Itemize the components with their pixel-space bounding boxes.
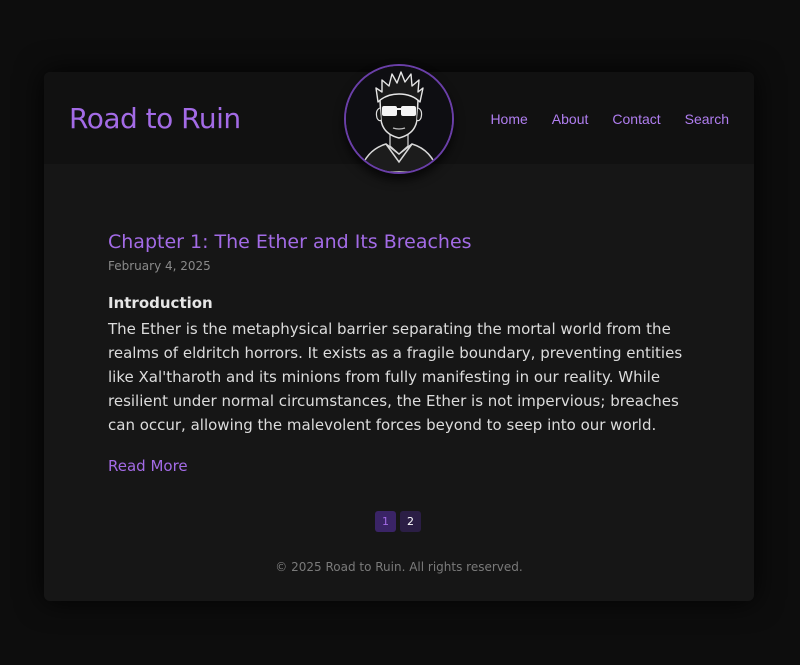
page-2-button[interactable]: 2 <box>400 511 421 532</box>
footer-copyright: © 2025 Road to Ruin. All rights reserved… <box>275 560 523 574</box>
site-header: Road to Ruin Home About Contact Search <box>44 64 754 174</box>
pagination: 1 2 <box>375 511 421 532</box>
page: Road to Ruin Home About Contact Search C… <box>0 0 800 665</box>
nav-search-link[interactable]: Search <box>685 111 729 127</box>
nav-about-link[interactable]: About <box>552 111 589 127</box>
page-1-button[interactable]: 1 <box>375 511 396 532</box>
read-more-link[interactable]: Read More <box>108 457 188 475</box>
post-title-link[interactable]: Chapter 1: The Ether and Its Breaches <box>108 231 472 253</box>
site-title-link[interactable]: Road to Ruin <box>69 102 241 135</box>
content-card: Road to Ruin Home About Contact Search C… <box>44 64 754 601</box>
main-nav: Home About Contact Search <box>490 111 729 127</box>
section-heading: Introduction <box>108 294 213 312</box>
post-excerpt: The Ether is the metaphysical barrier se… <box>108 320 683 434</box>
post-date: February 4, 2025 <box>108 259 211 273</box>
nav-contact-link[interactable]: Contact <box>612 111 660 127</box>
avatar[interactable] <box>344 64 454 174</box>
nav-home-link[interactable]: Home <box>490 111 527 127</box>
sunglasses-portrait-icon <box>346 66 452 172</box>
